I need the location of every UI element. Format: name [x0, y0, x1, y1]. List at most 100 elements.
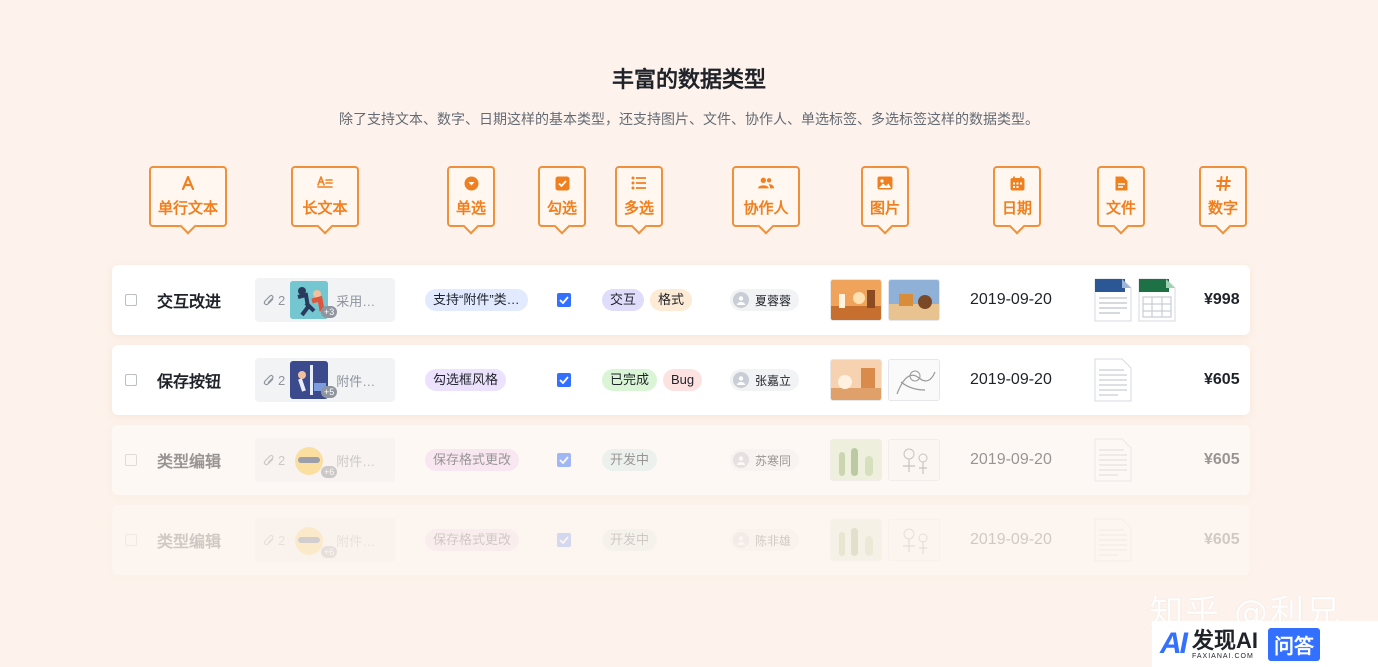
- multi-select-tag: 格式: [650, 289, 693, 311]
- image-cell[interactable]: [830, 345, 940, 415]
- checked-checkbox[interactable]: [557, 373, 571, 387]
- multi-select-cell[interactable]: 开发中: [602, 505, 658, 575]
- field-type-collaborator: 协作人: [732, 166, 800, 227]
- document-file-icon[interactable]: [1094, 438, 1132, 482]
- collaborator-name: 夏蓉蓉: [755, 293, 792, 308]
- collaborator-cell[interactable]: 苏寒同: [730, 425, 800, 495]
- attachment-more-badge: +6: [321, 466, 338, 478]
- document-file-icon[interactable]: [1094, 518, 1132, 562]
- field-type-label: 单行文本: [157, 200, 218, 217]
- image-thumbnail[interactable]: [830, 359, 882, 401]
- image-thumbnail[interactable]: [888, 279, 940, 321]
- field-type-date: 日期: [993, 166, 1041, 227]
- file-cell[interactable]: [1094, 425, 1132, 495]
- image-thumbnail[interactable]: [830, 519, 882, 561]
- collaborator-chip: 夏蓉蓉: [730, 289, 800, 311]
- field-type-single-select: 单选: [447, 166, 495, 227]
- brand-domain: FAXIANAI.COM: [1192, 652, 1254, 660]
- checked-checkbox[interactable]: [557, 453, 571, 467]
- number-cell[interactable]: ¥998: [1204, 265, 1240, 335]
- checkbox-cell[interactable]: [557, 345, 571, 415]
- date-cell[interactable]: 2019-09-20: [970, 505, 1052, 575]
- table-row[interactable]: 交互改进 2 +3 采用… 支持“附件”类… 交互 格式 夏蓉蓉 2019-09…: [112, 265, 1250, 335]
- checked-checkbox[interactable]: [557, 533, 571, 547]
- long-text-preview: 附件…: [336, 533, 376, 549]
- image-thumbnail[interactable]: [888, 359, 940, 401]
- field-type-label: 日期: [1001, 200, 1032, 217]
- collaborator-cell[interactable]: 夏蓉蓉: [730, 265, 800, 335]
- excel-file-icon[interactable]: [1138, 278, 1176, 322]
- multi-select-cell[interactable]: 开发中: [602, 425, 658, 495]
- image-thumbnail[interactable]: [830, 279, 882, 321]
- single-select-tag: 支持“附件”类…: [425, 289, 528, 311]
- avatar-icon: [733, 372, 749, 388]
- file-cell[interactable]: [1094, 265, 1176, 335]
- single-select-cell[interactable]: 支持“附件”类…: [425, 265, 528, 335]
- multi-select-cell[interactable]: 已完成 Bug: [602, 345, 703, 415]
- file-icon: [1113, 175, 1129, 191]
- row-name: 交互改进: [157, 294, 222, 311]
- image-thumbnail[interactable]: [888, 519, 940, 561]
- multi-select-tag: 开发中: [602, 529, 658, 551]
- number-cell[interactable]: ¥605: [1204, 505, 1240, 575]
- table-row[interactable]: 类型编辑 2 +6 附件… 保存格式更改 开发中 苏寒同 2019-09-20 …: [112, 425, 1250, 495]
- row-select-checkbox[interactable]: [125, 505, 137, 575]
- row-select-checkbox[interactable]: [125, 345, 137, 415]
- row-name: 保存按钮: [157, 374, 222, 391]
- number-cell[interactable]: ¥605: [1204, 345, 1240, 415]
- collaborator-cell[interactable]: 陈非雄: [730, 505, 800, 575]
- image-icon: [877, 175, 893, 191]
- field-type-single-line-text: 单行文本: [149, 166, 227, 227]
- long-text-cell[interactable]: 2 +3 采用…: [255, 265, 395, 335]
- field-type-label: 长文本: [302, 200, 348, 217]
- checkbox-cell[interactable]: [557, 505, 571, 575]
- brand-name: 发现AI: [1192, 627, 1259, 653]
- multi-select-tag: Bug: [663, 369, 703, 391]
- single-select-cell[interactable]: 保存格式更改: [425, 505, 520, 575]
- checkbox-cell[interactable]: [557, 425, 571, 495]
- field-type-label: 协作人: [743, 200, 789, 217]
- long-text-icon: [317, 175, 333, 191]
- checked-checkbox[interactable]: [557, 293, 571, 307]
- multi-select-cell[interactable]: 交互 格式: [602, 265, 693, 335]
- field-type-label: 单选: [455, 200, 486, 217]
- long-text-cell[interactable]: 2 +5 附件…: [255, 345, 395, 415]
- single-select-cell[interactable]: 保存格式更改: [425, 425, 520, 495]
- date-cell[interactable]: 2019-09-20: [970, 265, 1052, 335]
- single-select-icon: [463, 175, 479, 191]
- long-text-preview: 附件…: [336, 373, 376, 389]
- date-cell[interactable]: 2019-09-20: [970, 425, 1052, 495]
- single-select-tag: 保存格式更改: [425, 449, 520, 471]
- checkbox-cell[interactable]: [557, 265, 571, 335]
- table-row[interactable]: 保存按钮 2 +5 附件… 勾选框风格 已完成 Bug 张嘉立 2019-09-…: [112, 345, 1250, 415]
- multi-select-tag: 交互: [602, 289, 645, 311]
- long-text-cell[interactable]: 2 +6 附件…: [255, 505, 395, 575]
- brand-badge: 问答: [1268, 627, 1321, 661]
- single-select-cell[interactable]: 勾选框风格: [425, 345, 507, 415]
- image-cell[interactable]: [830, 425, 940, 495]
- field-type-label: 数字: [1207, 200, 1238, 217]
- file-cell[interactable]: [1094, 505, 1132, 575]
- word-file-icon[interactable]: [1094, 278, 1132, 322]
- text-a-icon: [180, 175, 196, 191]
- field-type-file: 文件: [1097, 166, 1145, 227]
- image-thumbnail[interactable]: [830, 439, 882, 481]
- collaborator-cell[interactable]: 张嘉立: [730, 345, 800, 415]
- multi-select-tag: 已完成: [602, 369, 658, 391]
- file-cell[interactable]: [1094, 345, 1132, 415]
- avatar-icon: [733, 452, 749, 468]
- image-cell[interactable]: [830, 265, 940, 335]
- date-cell[interactable]: 2019-09-20: [970, 345, 1052, 415]
- document-file-icon[interactable]: [1094, 358, 1132, 402]
- table-row[interactable]: 类型编辑 2 +6 附件… 保存格式更改 开发中 陈非雄 2019-09-20 …: [112, 505, 1250, 575]
- row-select-checkbox[interactable]: [125, 265, 137, 335]
- image-thumbnail[interactable]: [888, 439, 940, 481]
- number-cell[interactable]: ¥605: [1204, 425, 1240, 495]
- field-type-checkbox: 勾选: [538, 166, 586, 227]
- field-type-label: 勾选: [546, 200, 577, 217]
- image-cell[interactable]: [830, 505, 940, 575]
- row-select-checkbox[interactable]: [125, 425, 137, 495]
- multi-select-tag: 开发中: [602, 449, 658, 471]
- collaborator-name: 苏寒同: [755, 453, 792, 468]
- long-text-cell[interactable]: 2 +6 附件…: [255, 425, 395, 495]
